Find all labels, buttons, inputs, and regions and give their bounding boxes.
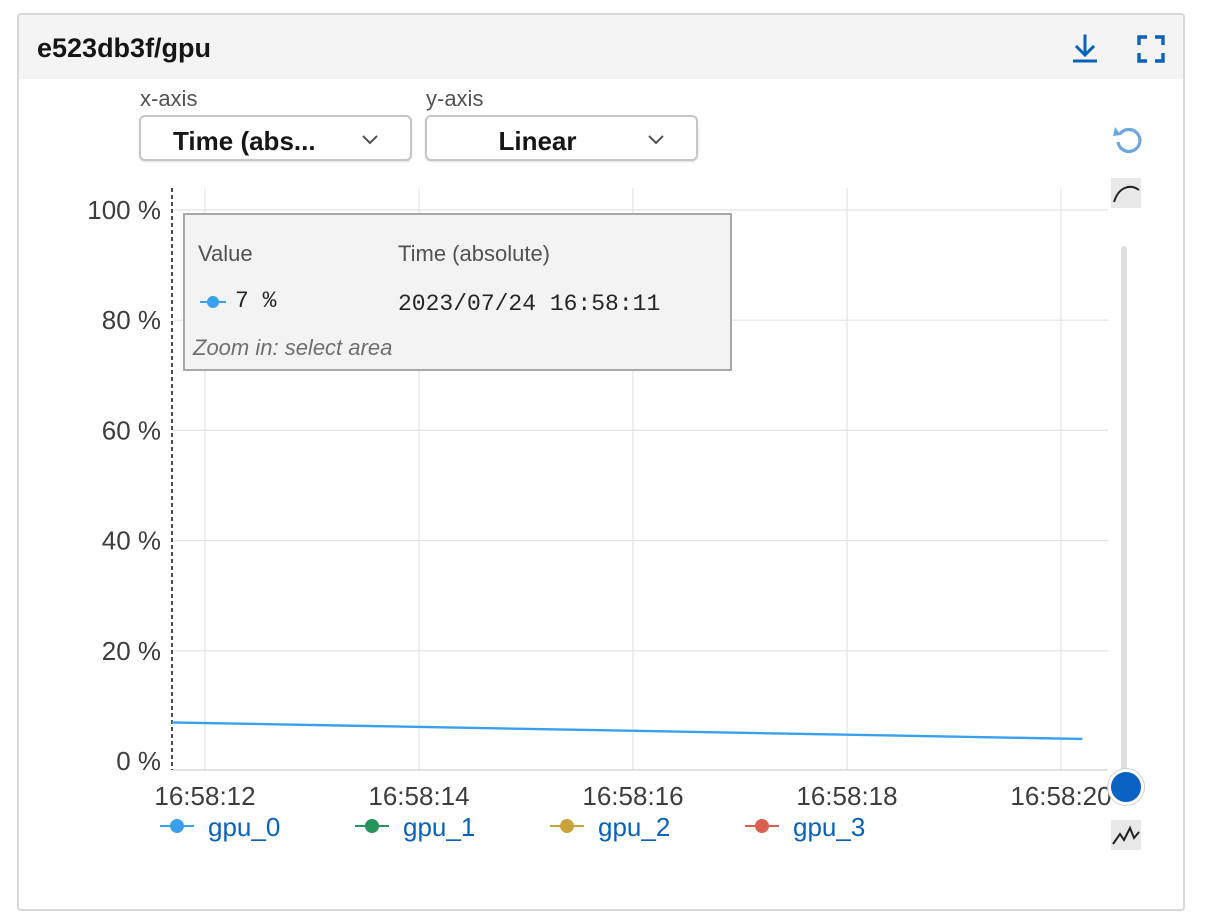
- x-tick-label: 16:58:16: [582, 781, 683, 811]
- y-tick-label: 60 %: [102, 415, 161, 445]
- y-tick-label: 80 %: [102, 305, 161, 335]
- legend-label: gpu_3: [793, 812, 866, 842]
- legend-marker: [745, 819, 779, 833]
- tooltip-hint: Zoom in: select area: [193, 335, 393, 360]
- x-tick-label: 16:58:20: [1010, 781, 1111, 811]
- legend-label: gpu_2: [598, 812, 671, 842]
- y-tick-label: 40 %: [102, 526, 161, 556]
- y-tick-label: 0 %: [116, 746, 161, 776]
- tooltip-time: 2023/07/24 16:58:11: [398, 291, 661, 317]
- x-tick-label: 16:58:18: [796, 781, 897, 811]
- reset-zoom-button[interactable]: [1110, 122, 1146, 158]
- y-tick-label: 100 %: [87, 195, 161, 225]
- tooltip-time-header: Time (absolute): [398, 241, 551, 266]
- y-tick-label: 20 %: [102, 636, 161, 666]
- line-chart[interactable]: 0 % 20 % 40 % 60 % 80 % 100 % 16:58:12 16:58:14…: [0, 0, 1206, 918]
- tooltip-value: 7 %: [235, 288, 277, 314]
- reset-icon: [1113, 127, 1142, 154]
- raw-line-icon: [1111, 820, 1141, 850]
- tooltip-series-swatch: [200, 296, 226, 308]
- smoothing-slider-thumb[interactable]: [1108, 769, 1144, 805]
- series-line-gpu-0: [171, 721, 1083, 741]
- legend-label: gpu_0: [208, 812, 281, 842]
- legend-marker: [160, 819, 194, 833]
- legend-marker: [355, 819, 389, 833]
- x-tick-label: 16:58:14: [368, 781, 469, 811]
- x-tick-label: 16:58:12: [154, 781, 255, 811]
- smoothed-curve-icon: [1111, 178, 1141, 208]
- legend-label: gpu_1: [403, 812, 476, 842]
- hover-tooltip: Value Time (absolute) 7 % 2023/07/24 16:…: [183, 213, 732, 371]
- smoothing-slider-track[interactable]: [1121, 246, 1127, 786]
- legend-marker: [550, 819, 584, 833]
- tooltip-value-header: Value: [198, 241, 253, 266]
